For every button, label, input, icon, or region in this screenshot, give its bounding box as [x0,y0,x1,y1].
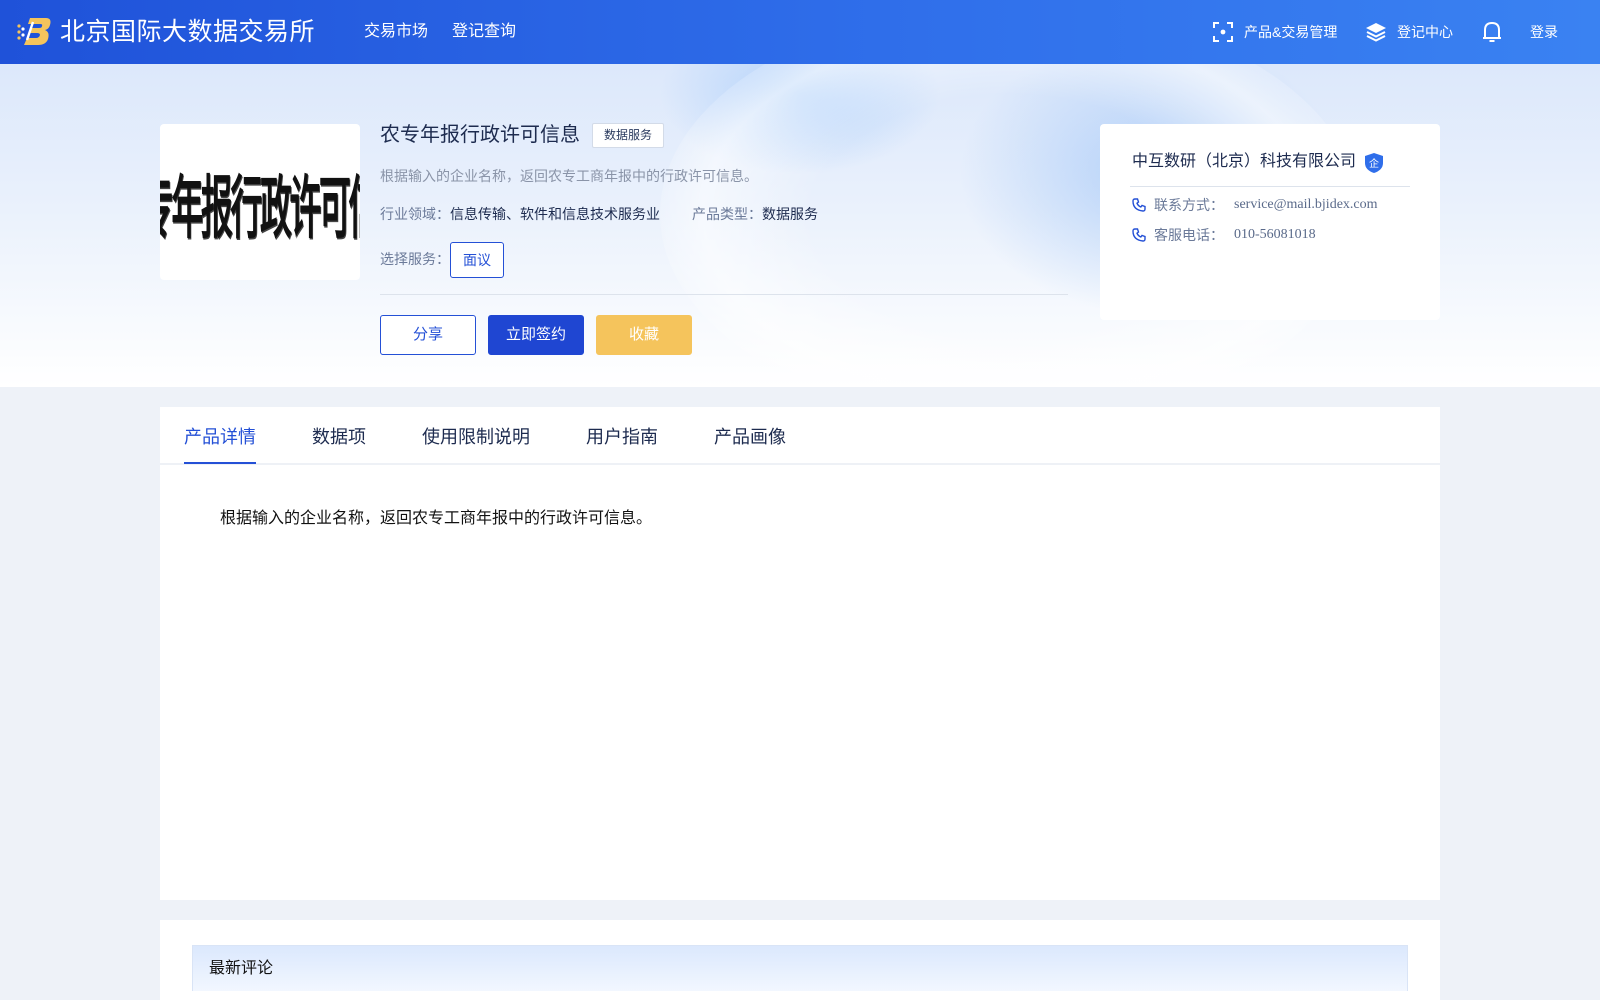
bjidex-logo-icon[interactable] [16,14,52,48]
phone-icon [1132,198,1146,212]
enterprise-verified-badge-icon: 企 [1365,153,1383,173]
contact-email[interactable]: service@mail.bjidex.com [1234,197,1378,213]
tab-product-profile[interactable]: 产品画像 [714,425,786,449]
scan-focus-icon [1213,22,1233,42]
product-type-field: 产品类型：数据服务 [692,204,818,224]
service-option-negotiable[interactable]: 面议 [450,242,504,278]
enterprise-badge-text: 企 [1369,157,1379,170]
nav-registration-query[interactable]: 登记查询 [452,20,516,44]
select-service-label: 选择服务： [380,251,450,267]
top-navigation-bar: 北京国际大数据交易所 交易市场 登记查询 产品&交易管理 登记中心 登录 [0,0,1600,64]
comments-panel: 最新评论 [160,920,1440,1000]
tab-user-guide[interactable]: 用户指南 [586,425,658,449]
phone-icon [1132,228,1146,242]
product-type-tag: 数据服务 [592,123,665,148]
vendor-name[interactable]: 中互数研（北京）科技有限公司 [1132,150,1356,174]
product-thumbnail-text: 农专年报行政许可信息 [160,169,360,249]
registration-center-label: 登记中心 [1397,24,1453,40]
product-type-value: 数据服务 [762,206,818,222]
product-type-label: 产品类型： [692,206,762,222]
vendor-phone-row: 客服电话： 010-56081018 [1132,224,1316,246]
product-description: 根据输入的企业名称，返回农专工商年报中的行政许可信息。 [380,168,758,184]
login-label: 登录 [1530,24,1558,40]
notifications-button[interactable] [1481,18,1513,46]
bell-icon [1483,21,1501,42]
vendor-card: 中互数研（北京）科技有限公司 企 联系方式： service@mail.bjid… [1100,124,1440,320]
nav-trading-market[interactable]: 交易市场 [364,20,428,44]
vendor-divider [1130,186,1410,187]
comments-title: 最新评论 [209,960,274,977]
share-button[interactable]: 分享 [380,315,476,355]
layers-icon [1366,23,1386,42]
product-title: 农专年报行政许可信息 [380,124,580,146]
product-detail-panel: 产品详情 数据项 使用限制说明 用户指南 产品画像 根据输入的企业名称，返回农专… [160,407,1440,900]
hero-divider [380,294,1068,295]
product-trade-management-label: 产品&交易管理 [1244,24,1338,40]
industry-value: 信息传输、软件和信息技术服务业 [450,206,660,222]
tab-product-details[interactable]: 产品详情 [184,425,256,449]
vendor-contact-row: 联系方式： service@mail.bjidex.com [1132,194,1378,216]
sign-now-button[interactable]: 立即签约 [488,315,584,355]
phone-number: 010-56081018 [1234,227,1316,242]
contact-label: 联系方式： [1154,197,1224,213]
favorite-button[interactable]: 收藏 [596,315,692,355]
phone-label: 客服电话： [1154,227,1224,243]
product-thumbnail: 农专年报行政许可信息 [160,124,360,280]
comments-header: 最新评论 [192,945,1408,991]
detail-tab-bar: 产品详情 数据项 使用限制说明 用户指南 产品画像 [160,407,1440,465]
industry-label: 行业领域： [380,206,450,222]
industry-field: 行业领域：信息传输、软件和信息技术服务业 [380,204,660,224]
active-tab-indicator [184,462,256,464]
login-link[interactable]: 登录 [1530,18,1558,46]
tab-usage-restrictions[interactable]: 使用限制说明 [422,425,530,449]
registration-center-link[interactable]: 登记中心 [1365,18,1453,46]
tab-data-items[interactable]: 数据项 [312,425,366,449]
site-title[interactable]: 北京国际大数据交易所 [60,14,315,50]
product-detail-text: 根据输入的企业名称，返回农专工商年报中的行政许可信息。 [220,510,653,527]
product-trade-management-link[interactable]: 产品&交易管理 [1212,18,1337,46]
